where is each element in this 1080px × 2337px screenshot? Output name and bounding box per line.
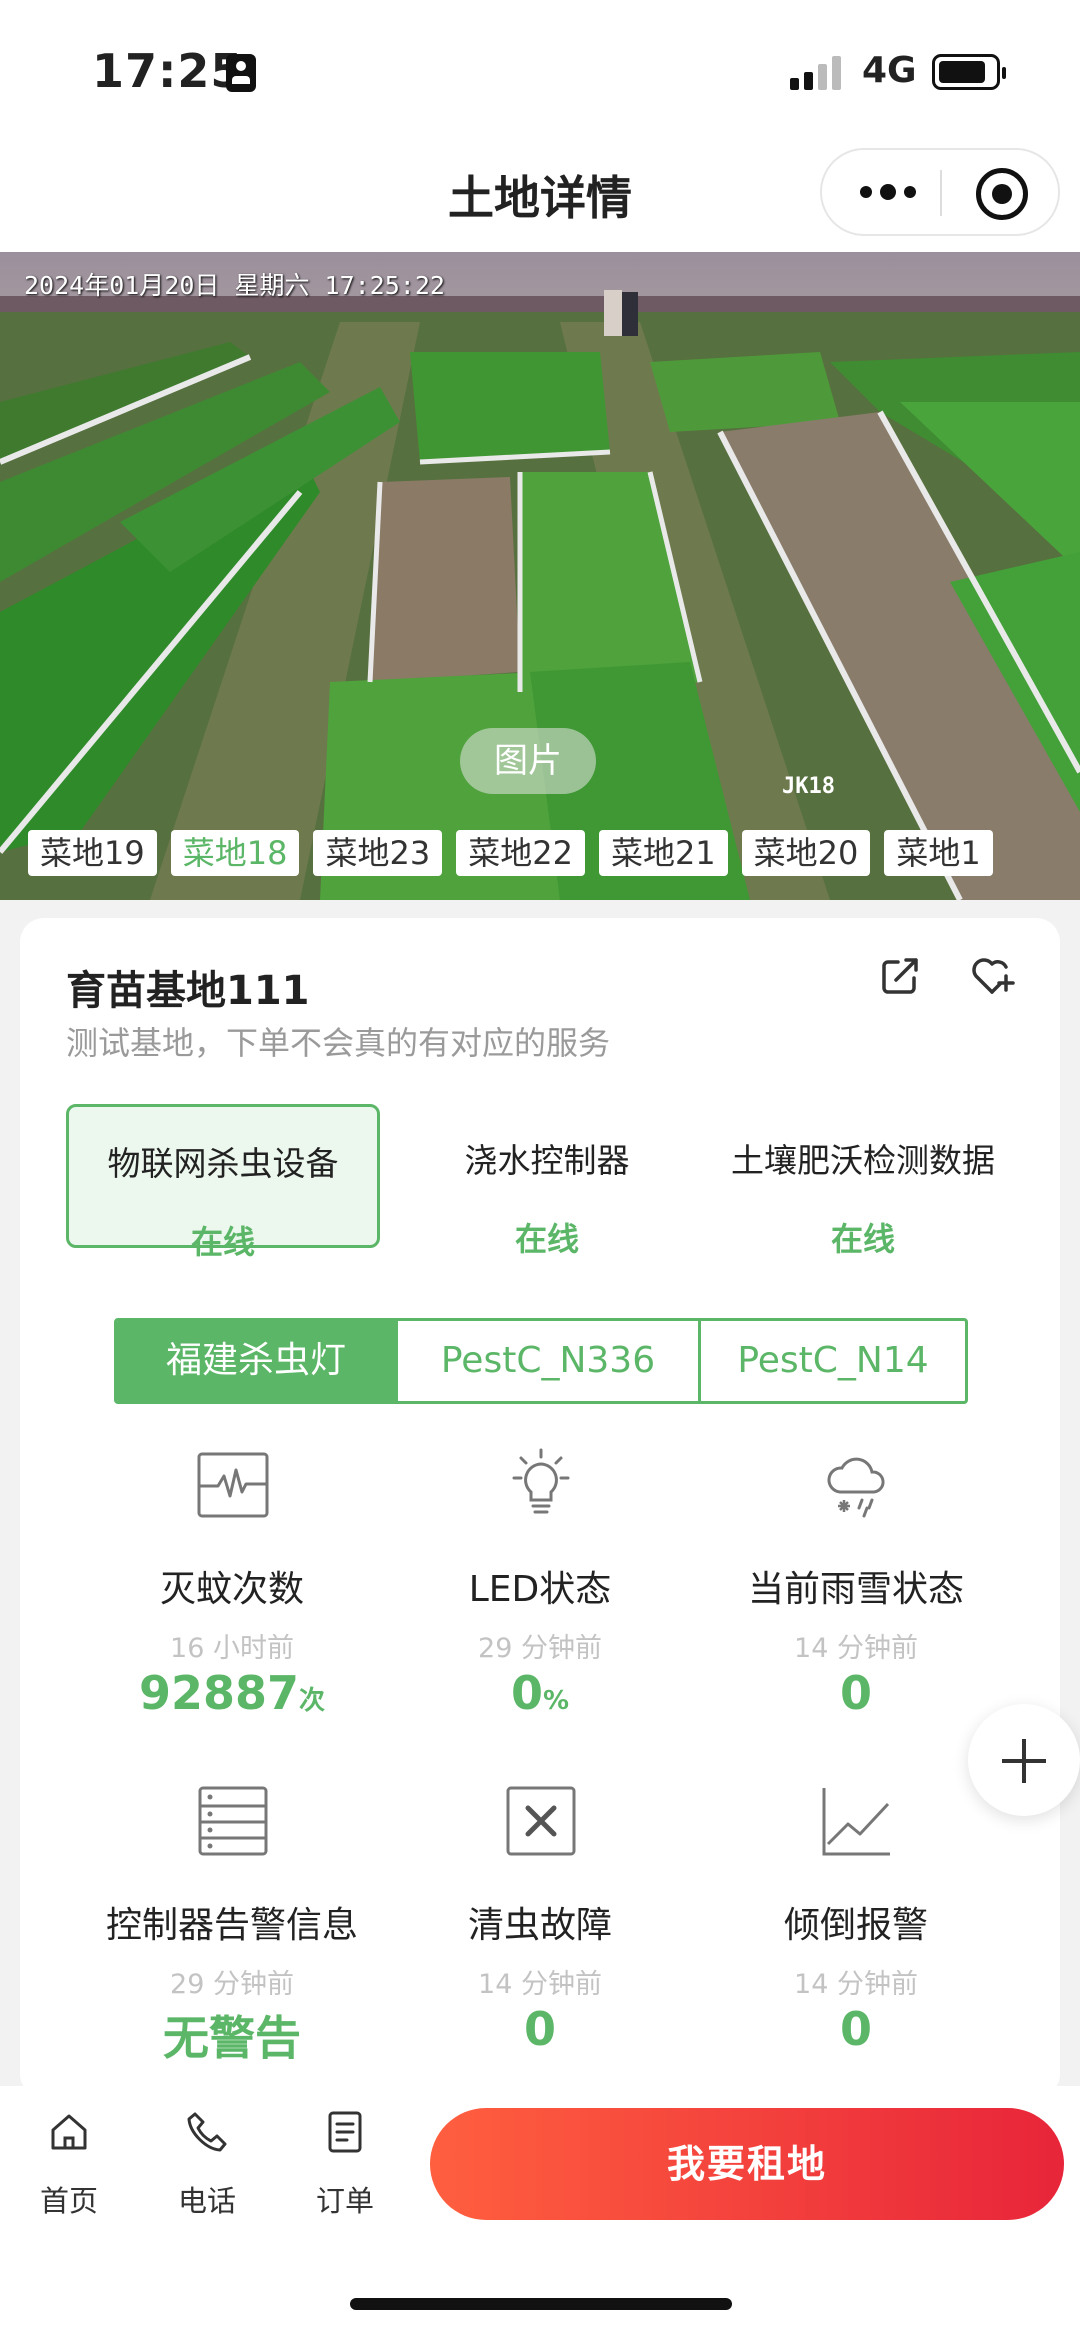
status-bar: 17:25 4G <box>0 0 1080 140</box>
bottom-bar: 首页 电话 订单 我要租地 <box>0 2086 1080 2337</box>
metric-controller-alarm: 控制器告警信息 29 分钟前 无警告 <box>72 1784 392 2084</box>
plot-chip[interactable]: 菜地1 <box>884 830 993 876</box>
nav-bar: 土地详情 <box>0 140 1080 252</box>
status-time: 17:25 <box>92 44 244 98</box>
metric-name: 灭蚊次数 <box>159 1569 304 1610</box>
base-detail-card: 育苗基地111 测试基地，下单不会真的有对应的服务 物联网杀虫设备 在线 浇水控… <box>20 918 1060 2098</box>
metric-name: 当前雨雪状态 <box>747 1569 964 1610</box>
segment-pestc-n14[interactable]: PestC_N14 <box>701 1321 965 1401</box>
nav-label: 首页 <box>39 2184 98 2218</box>
plot-chip[interactable]: 菜地23 <box>313 830 443 876</box>
battery-icon <box>932 54 1006 90</box>
device-tab-label: 土壤肥沃检测数据 <box>731 1141 995 1180</box>
metric-rain-snow: 当前雨雪状态 14 分钟前 0 <box>696 1448 1016 1748</box>
metric-number: 0 <box>839 1666 872 1720</box>
metric-value: 无警告 <box>72 2002 392 2068</box>
line-chart-icon <box>822 1788 890 1856</box>
device-tab-soil-monitor[interactable]: 土壤肥沃检测数据 在线 <box>706 1104 1020 1258</box>
segment-fujian-lamp[interactable]: 福建杀虫灯 <box>117 1321 395 1401</box>
network-type: 4G <box>862 50 917 91</box>
camera-code: JK18 <box>782 774 835 799</box>
plot-chip[interactable]: 菜地21 <box>598 830 728 876</box>
home-icon <box>51 2114 87 2150</box>
close-box-icon <box>506 1786 576 1856</box>
rent-land-button[interactable]: 我要租地 <box>430 2108 1064 2220</box>
metric-time: 14 分钟前 <box>794 1969 918 2000</box>
metric-number: 92887 <box>138 1666 300 1720</box>
waveform-icon <box>197 1452 269 1518</box>
metric-name: 倾倒报警 <box>783 1905 928 1946</box>
device-segment-control: 福建杀虫灯 PestC_N336 PestC_N14 <box>114 1318 968 1404</box>
farm-image <box>0 252 1080 900</box>
nav-label: 电话 <box>177 2184 236 2218</box>
metric-tilt-alarm: 倾倒报警 14 分钟前 0 <box>696 1784 1016 2084</box>
more-icon[interactable] <box>856 178 926 208</box>
server-icon <box>198 1786 268 1856</box>
camera-feed[interactable]: 2024年01月20日 星期六 17:25:22 JK18 图片 菜地19 菜地1… <box>0 252 1080 900</box>
metric-led-status: LED状态 29 分钟前 0% <box>380 1448 700 1748</box>
metric-value: 0 <box>696 2002 1016 2056</box>
device-status: 在线 <box>830 1220 895 1258</box>
metric-name: 控制器告警信息 <box>105 1905 358 1946</box>
metric-value: 0 <box>380 2002 700 2056</box>
metric-number: 0 <box>839 2002 872 2056</box>
snow-cloud-icon <box>827 1457 885 1518</box>
metric-number: 无警告 <box>163 2011 301 2065</box>
plot-chip[interactable]: 菜地18 <box>170 830 300 876</box>
device-status: 在线 <box>190 1223 255 1261</box>
camera-timestamp: 2024年01月20日 星期六 17:25:22 <box>24 271 445 300</box>
signal-icon <box>790 56 844 90</box>
share-icon[interactable] <box>878 954 922 998</box>
device-tab-watering[interactable]: 浇水控制器 在线 <box>390 1104 704 1258</box>
device-tab-label: 浇水控制器 <box>464 1141 630 1180</box>
nav-home[interactable]: 首页 <box>14 2110 124 2220</box>
add-floating-button[interactable] <box>968 1704 1080 1816</box>
metric-number: 0 <box>510 1666 543 1720</box>
metric-time: 16 小时前 <box>170 1633 294 1664</box>
metric-time: 29 分钟前 <box>478 1633 602 1664</box>
metric-value: 0% <box>380 1666 700 1720</box>
metric-time: 14 分钟前 <box>794 1633 918 1664</box>
device-status: 在线 <box>514 1220 579 1258</box>
favorite-add-icon[interactable] <box>968 954 1016 998</box>
miniprogram-capsule <box>820 148 1060 236</box>
metric-value: 92887次 <box>72 1666 392 1720</box>
segment-pestc-n336[interactable]: PestC_N336 <box>398 1321 698 1401</box>
nav-orders[interactable]: 订单 <box>290 2110 400 2220</box>
home-indicator <box>350 2298 732 2310</box>
device-tab-label: 物联网杀虫设备 <box>107 1144 339 1183</box>
plot-chip[interactable]: 菜地22 <box>456 830 585 876</box>
phone-icon <box>187 2112 227 2152</box>
metric-time: 29 分钟前 <box>170 1969 294 2000</box>
base-description: 测试基地，下单不会真的有对应的服务 <box>66 1024 611 1062</box>
plot-selector: 菜地19 菜地18 菜地23 菜地22 菜地21 菜地20 菜地1 <box>28 830 1080 876</box>
metric-mosquito-kills: 灭蚊次数 16 小时前 92887次 <box>72 1448 392 1748</box>
order-icon <box>328 2111 362 2153</box>
plot-chip[interactable]: 菜地19 <box>28 830 157 876</box>
metric-number: 0 <box>523 2002 556 2056</box>
metric-unit: % <box>542 1686 570 1716</box>
capsule-divider <box>940 170 942 216</box>
metric-cleaning-fault: 清虫故障 14 分钟前 0 <box>380 1784 700 2084</box>
plot-chip[interactable]: 菜地20 <box>741 830 871 876</box>
close-miniprogram-icon[interactable] <box>976 168 1028 220</box>
nav-label: 订单 <box>315 2184 374 2218</box>
nav-phone[interactable]: 电话 <box>152 2110 262 2220</box>
metric-value: 0 <box>696 1666 1016 1720</box>
contact-card-icon <box>226 54 256 92</box>
base-name: 育苗基地111 <box>66 968 310 1014</box>
image-tag: 图片 <box>460 728 596 794</box>
device-tab-pest-control[interactable]: 物联网杀虫设备 在线 <box>66 1104 380 1261</box>
metric-name: LED状态 <box>468 1569 612 1610</box>
metric-time: 14 分钟前 <box>478 1969 602 2000</box>
metric-name: 清虫故障 <box>467 1905 612 1946</box>
lightbulb-icon <box>512 1448 570 1514</box>
metric-unit: 次 <box>299 1686 326 1716</box>
